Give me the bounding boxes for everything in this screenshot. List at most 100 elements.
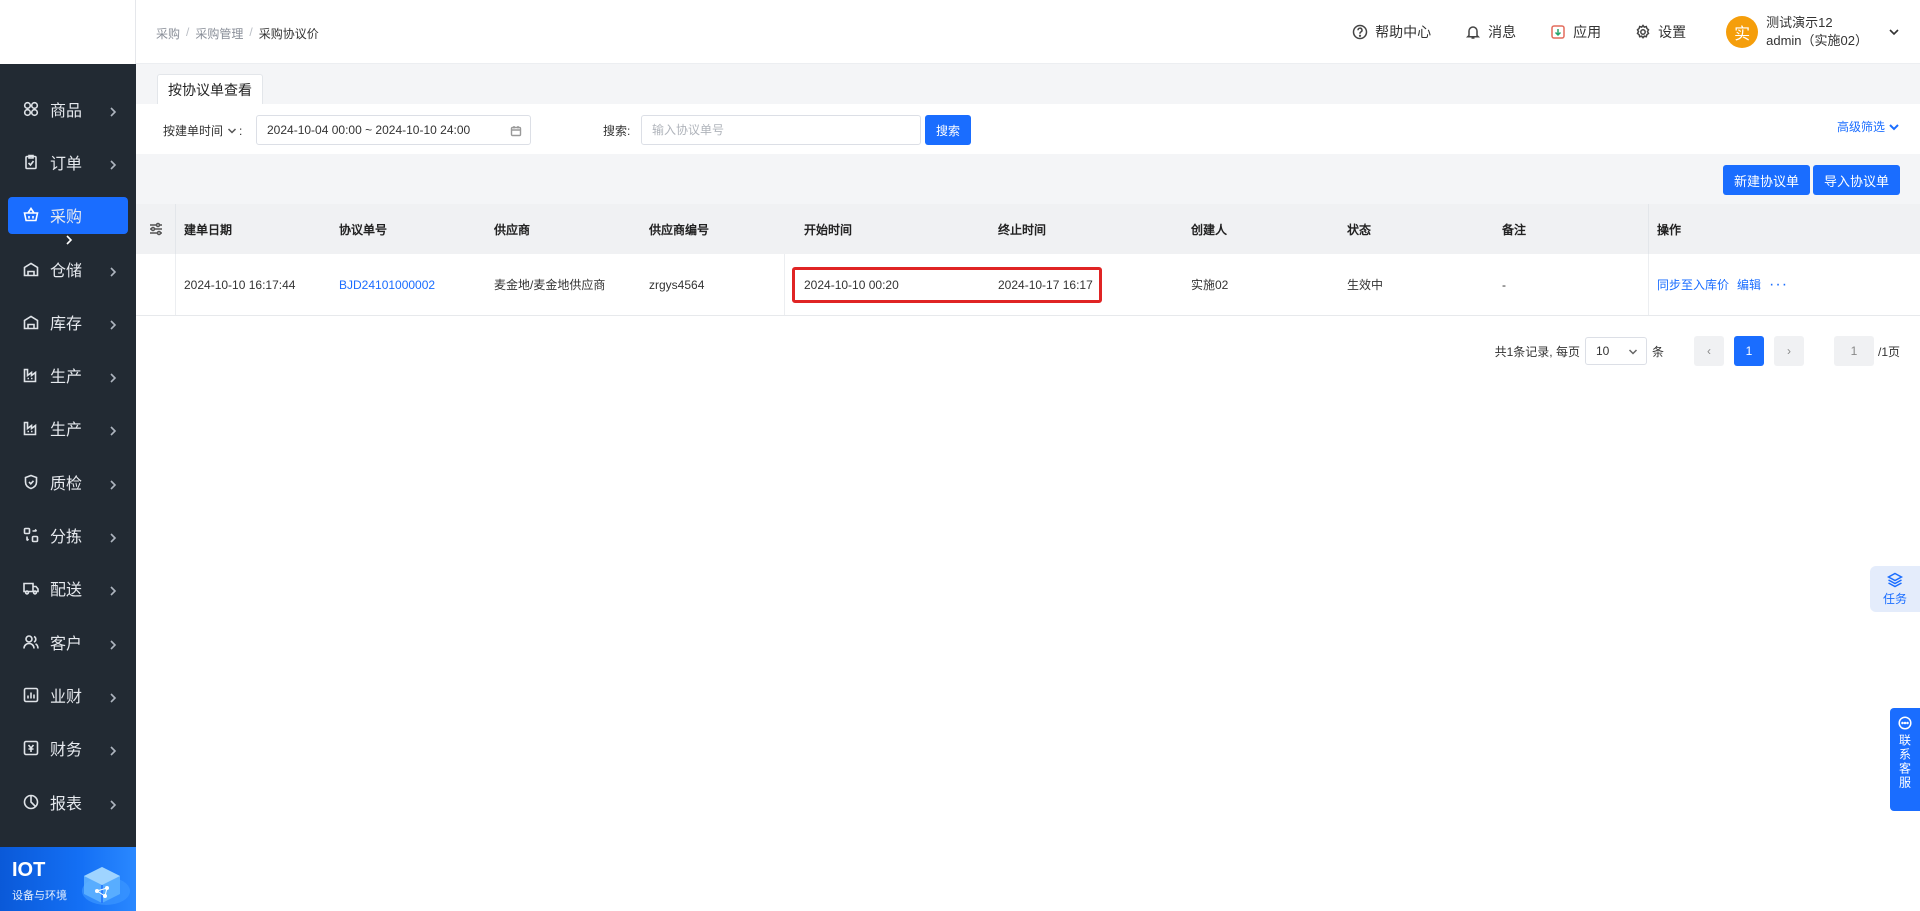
cell-end-time: 2024-10-17 16:17 [998, 277, 1093, 292]
calendar-icon [510, 126, 522, 137]
iot-title: IOT [12, 859, 46, 881]
breadcrumb-item[interactable]: 采购管理 [195, 25, 243, 42]
column-header: 创建人 [1191, 222, 1228, 237]
sliders-icon [149, 222, 162, 236]
cloud-cube-icon [82, 867, 130, 905]
cell-remark: - [1502, 277, 1506, 292]
sidebar-item-customers[interactable]: 客户 [0, 615, 136, 668]
chevron-right-icon [108, 423, 118, 436]
breadcrumb-item[interactable]: 采购 [156, 25, 180, 42]
sidebar-item-quality[interactable]: 质检 [0, 455, 136, 508]
chevron-right-icon [108, 530, 118, 543]
column-divider [784, 254, 785, 315]
page-number-button[interactable]: 1 [1733, 336, 1764, 366]
column-header: 操作 [1657, 222, 1682, 237]
logo-area [0, 0, 136, 64]
sidebar-item-inventory[interactable]: 库存 [0, 295, 136, 348]
agreement-table: 建单日期 协议单号 供应商 供应商编号 开始时间 终止时间 创建人 状态 备注 … [136, 204, 1920, 316]
sidebar-item-label: 业财 [50, 688, 83, 706]
sidebar-item-label: 商品 [50, 102, 83, 120]
settings-button[interactable]: 设置 [1635, 22, 1686, 42]
import-agreement-button[interactable]: 导入协议单 [1812, 165, 1900, 195]
chevron-down-icon [1628, 349, 1637, 355]
chevron-right-icon [108, 370, 118, 383]
sidebar-item-label: 客户 [50, 635, 83, 653]
date-range-picker[interactable]: 2024-10-04 00:00 ~ 2024-10-10 24:00 [256, 115, 531, 145]
messages-button[interactable]: 消息 [1465, 22, 1516, 42]
sidebar-item-delivery[interactable]: 配送 [0, 562, 136, 615]
sidebar-item-purchase[interactable]: 采购 [0, 189, 136, 245]
column-header: 协议单号 [339, 222, 388, 237]
edit-link[interactable]: 编辑 [1737, 276, 1761, 293]
section-gap [136, 154, 1920, 164]
column-settings-button[interactable] [136, 204, 176, 254]
next-page-button[interactable]: › [1773, 336, 1804, 366]
contact-support-button[interactable]: 联系客服 [1890, 708, 1920, 811]
clipboard-icon [22, 153, 40, 171]
sidebar-item-label: 财务 [50, 742, 83, 760]
sidebar-item-label: 生产 [50, 369, 83, 387]
tab-bar: 按协议单查看 [136, 64, 1920, 104]
warehouse-icon [22, 260, 40, 278]
iot-banner[interactable]: IOT 设备与环境 [0, 847, 136, 911]
filter-bar: 按建单时间 : 2024-10-04 00:00 ~ 2024-10-10 24… [136, 104, 1920, 154]
bar-chart-icon [22, 686, 40, 704]
sidebar-item-sorting[interactable]: 分拣 [0, 508, 136, 561]
cell-operations: 同步至入库价 编辑 ··· [1657, 254, 1788, 315]
column-header: 终止时间 [998, 222, 1047, 237]
chevron-right-icon [108, 157, 118, 170]
search-input[interactable] [641, 115, 921, 145]
advanced-filter-toggle[interactable]: 高级筛选 [1837, 118, 1900, 135]
user-account: admin（实施02） [1766, 33, 1868, 48]
header-actions: 帮助中心 消息 应用 设置 实 测试演示12 admin（实施02） [1352, 0, 1920, 64]
sidebar-item-goods[interactable]: 商品 [0, 82, 136, 135]
sidebar-item-orders[interactable]: 订单 [0, 135, 136, 188]
page-jump-input[interactable]: 1 [1833, 336, 1874, 366]
apps-button[interactable]: 应用 [1550, 22, 1601, 42]
layers-icon [1887, 572, 1903, 587]
shield-icon [22, 473, 40, 491]
date-type-colon: : [239, 123, 243, 138]
prev-page-button[interactable]: ‹ [1693, 336, 1724, 366]
sidebar-item-production-2[interactable]: 生产 [0, 402, 136, 455]
chevron-right-icon [64, 232, 74, 245]
column-header: 建单日期 [184, 222, 233, 237]
sidebar-item-reports[interactable]: 报表 [0, 775, 136, 828]
gear-icon [1636, 24, 1650, 39]
tab-by-agreement[interactable]: 按协议单查看 [157, 74, 263, 104]
column-divider [1648, 254, 1649, 315]
page-size-select[interactable]: 10 [1584, 337, 1647, 365]
warehouse-icon [22, 313, 40, 331]
grid-icon [22, 100, 40, 118]
sidebar-item-label: 质检 [50, 475, 83, 493]
user-menu[interactable]: 实 测试演示12 admin（实施02） [1726, 14, 1900, 50]
more-actions-button[interactable]: ··· [1769, 276, 1788, 294]
new-agreement-button[interactable]: 新建协议单 [1722, 165, 1810, 195]
chevron-down-icon [1889, 123, 1899, 130]
table-header: 建单日期 协议单号 供应商 供应商编号 开始时间 终止时间 创建人 状态 备注 … [136, 204, 1920, 254]
pie-chart-icon [22, 793, 40, 811]
chevron-right-icon [108, 583, 118, 596]
table-row[interactable]: 2024-10-10 16:17:44 BJD24101000002 麦金地/麦… [136, 254, 1920, 316]
sidebar-item-label: 生产 [50, 422, 83, 440]
cell-created: 2024-10-10 16:17:44 [184, 277, 296, 292]
date-type-select[interactable]: 按建单时间 : [163, 122, 242, 139]
advanced-filter-label: 高级筛选 [1836, 120, 1885, 134]
help-center-label: 帮助中心 [1375, 24, 1432, 40]
avatar: 实 [1726, 16, 1759, 48]
factory-icon [22, 366, 40, 384]
cell-order-no-link[interactable]: BJD24101000002 [339, 254, 435, 315]
sidebar-item-finance[interactable]: 财务 [0, 722, 136, 775]
date-type-label: 按建单时间 [163, 124, 224, 138]
task-float-button[interactable]: 任务 [1870, 566, 1920, 612]
sync-inbound-price-link[interactable]: 同步至入库价 [1657, 276, 1729, 293]
search-button[interactable]: 搜索 [925, 115, 971, 145]
sidebar-item-warehousing[interactable]: 仓储 [0, 242, 136, 295]
help-center-button[interactable]: 帮助中心 [1352, 22, 1431, 42]
sidebar-item-label: 配送 [50, 582, 83, 600]
finance-icon [22, 739, 40, 757]
sidebar-item-production[interactable]: 生产 [0, 348, 136, 401]
sidebar-item-business-finance[interactable]: 业财 [0, 668, 136, 721]
app-download-icon [1551, 25, 1565, 39]
pagination-summary: 共1条记录, 每页 [1494, 344, 1580, 359]
